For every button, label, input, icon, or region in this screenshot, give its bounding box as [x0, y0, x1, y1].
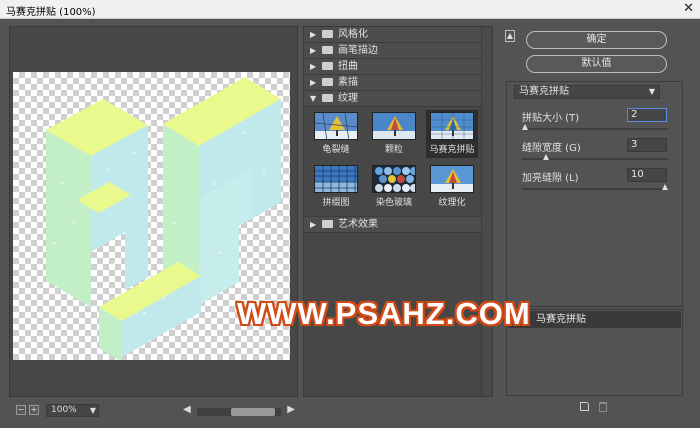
- tile-size-slider[interactable]: [522, 124, 668, 130]
- scroll-right-icon[interactable]: ▶: [287, 404, 295, 415]
- category-label: 素描: [338, 77, 358, 88]
- effect-layer-row[interactable]: 马赛克拼贴: [508, 311, 681, 328]
- grout-width-input[interactable]: 3: [627, 138, 667, 152]
- folder-icon: [322, 46, 333, 54]
- folder-icon: [322, 220, 333, 228]
- open-folder-icon: [322, 94, 333, 102]
- category-label: 艺术效果: [338, 219, 378, 230]
- grout-width-label: 缝隙宽度 (G): [522, 143, 581, 154]
- expand-arrow-icon: ▶: [310, 62, 317, 71]
- preview-panel[interactable]: [9, 26, 298, 397]
- expand-arrow-icon: ▶: [310, 46, 317, 55]
- slider-knob[interactable]: [662, 184, 668, 190]
- slider-knob[interactable]: [522, 124, 528, 130]
- close-icon[interactable]: ✕: [683, 1, 694, 16]
- thumb-craquelure[interactable]: 龟裂缝: [310, 110, 362, 158]
- thumb-patchwork[interactable]: 拼缀图: [310, 163, 362, 211]
- category-artistic[interactable]: ▶ 艺术效果: [304, 217, 492, 233]
- thumb-stained-glass[interactable]: 染色玻璃: [368, 163, 420, 211]
- texture-thumbnails: 龟裂缝 颗粒 马赛克拼贴 拼缀图 染色玻璃 纹理化: [304, 107, 492, 217]
- category-label: 风格化: [338, 29, 368, 40]
- tile-size-input[interactable]: 2: [627, 108, 667, 122]
- thumb-mosaic-tiles[interactable]: 马赛克拼贴: [426, 110, 478, 158]
- expand-arrow-icon: ▶: [310, 78, 317, 87]
- grain-thumbnail-icon: [372, 112, 416, 140]
- thumb-label: 马赛克拼贴: [429, 145, 475, 155]
- new-effect-layer-icon[interactable]: [580, 402, 589, 411]
- craquelure-thumbnail-icon: [314, 112, 358, 140]
- preview-scrollbar[interactable]: ◀ ▶: [183, 404, 295, 416]
- filter-settings-panel: 马赛克拼贴 ▼ 拼贴大小 (T) 2 缝隙宽度 (G) 3 加亮缝隙 (L) 1…: [506, 81, 683, 307]
- title-bar: 马赛克拼贴 (100%) ✕: [0, 0, 700, 19]
- expand-arrow-icon: ▶: [310, 220, 317, 229]
- folder-icon: [322, 78, 333, 86]
- zoom-in-button[interactable]: +: [29, 405, 39, 415]
- category-label: 扭曲: [338, 61, 358, 72]
- chevron-down-icon: ▼: [89, 406, 96, 415]
- filter-gallery-dialog: − + 100% ▼ ◀ ▶ ▶ 风格化 ▶ 画笔描边 ▶ 扭曲 ▶ 素描 ▼ 纹理 龟裂…: [0, 19, 700, 428]
- thumb-label: 纹理化: [438, 198, 466, 208]
- grout-width-slider[interactable]: [522, 154, 668, 160]
- folder-icon: [322, 62, 333, 70]
- mosaic-tiles-thumbnail-icon: [430, 112, 474, 140]
- zoom-bar: − + 100% ▼ ◀ ▶: [9, 402, 298, 420]
- texturizer-thumbnail-icon: [430, 165, 474, 193]
- filter-select-value: 马赛克拼贴: [519, 86, 569, 97]
- patchwork-thumbnail-icon: [314, 165, 358, 193]
- stained-glass-thumbnail-icon: [372, 165, 416, 193]
- zoom-out-button[interactable]: −: [16, 405, 26, 415]
- trash-icon[interactable]: [599, 402, 607, 412]
- lighten-grout-label: 加亮缝隙 (L): [522, 173, 579, 184]
- default-button[interactable]: 默认值: [526, 55, 667, 73]
- lighten-grout-input[interactable]: 10: [627, 168, 667, 182]
- scroll-track[interactable]: [197, 408, 281, 416]
- thumb-grain[interactable]: 颗粒: [368, 110, 420, 158]
- thumb-label: 龟裂缝: [322, 145, 350, 155]
- gallery-scrollbar[interactable]: [481, 27, 492, 396]
- window-title: 马赛克拼贴 (100%): [6, 7, 96, 18]
- scroll-thumb[interactable]: [231, 408, 275, 416]
- thumb-label: 拼缀图: [322, 198, 350, 208]
- category-label: 画笔描边: [338, 45, 378, 56]
- category-sketch[interactable]: ▶ 素描: [304, 75, 492, 91]
- category-brush-strokes[interactable]: ▶ 画笔描边: [304, 43, 492, 59]
- category-label: 纹理: [338, 93, 358, 104]
- effect-layer-label: 马赛克拼贴: [536, 314, 586, 325]
- slider-knob[interactable]: [543, 154, 549, 160]
- effect-layers-panel: 马赛克拼贴: [506, 309, 683, 396]
- ok-button[interactable]: 确定: [526, 31, 667, 49]
- thumb-label: 染色玻璃: [375, 198, 412, 208]
- folder-icon: [322, 30, 333, 38]
- expand-arrow-icon: ▶: [310, 30, 317, 39]
- watermark: WWW.PSAHZ.COM: [237, 296, 531, 331]
- zoom-select[interactable]: 100% ▼: [46, 404, 99, 417]
- zoom-value: 100%: [51, 405, 77, 415]
- scroll-left-icon[interactable]: ◀: [183, 404, 191, 415]
- category-distort[interactable]: ▶ 扭曲: [304, 59, 492, 75]
- collapse-arrow-icon: ▼: [310, 94, 317, 103]
- category-texture[interactable]: ▼ 纹理: [304, 91, 492, 107]
- chevron-down-icon: ▼: [648, 87, 655, 96]
- category-stylize[interactable]: ▶ 风格化: [304, 27, 492, 43]
- collapse-gallery-icon[interactable]: ▲: [505, 30, 515, 42]
- lighten-grout-slider[interactable]: [522, 184, 668, 190]
- thumb-texturizer[interactable]: 纹理化: [426, 163, 478, 211]
- filter-select[interactable]: 马赛克拼贴 ▼: [514, 85, 660, 99]
- thumb-label: 颗粒: [384, 145, 403, 155]
- tile-size-label: 拼贴大小 (T): [522, 113, 580, 124]
- filter-gallery-list: ▶ 风格化 ▶ 画笔描边 ▶ 扭曲 ▶ 素描 ▼ 纹理 龟裂缝 颗粒 马赛克拼贴…: [303, 26, 493, 397]
